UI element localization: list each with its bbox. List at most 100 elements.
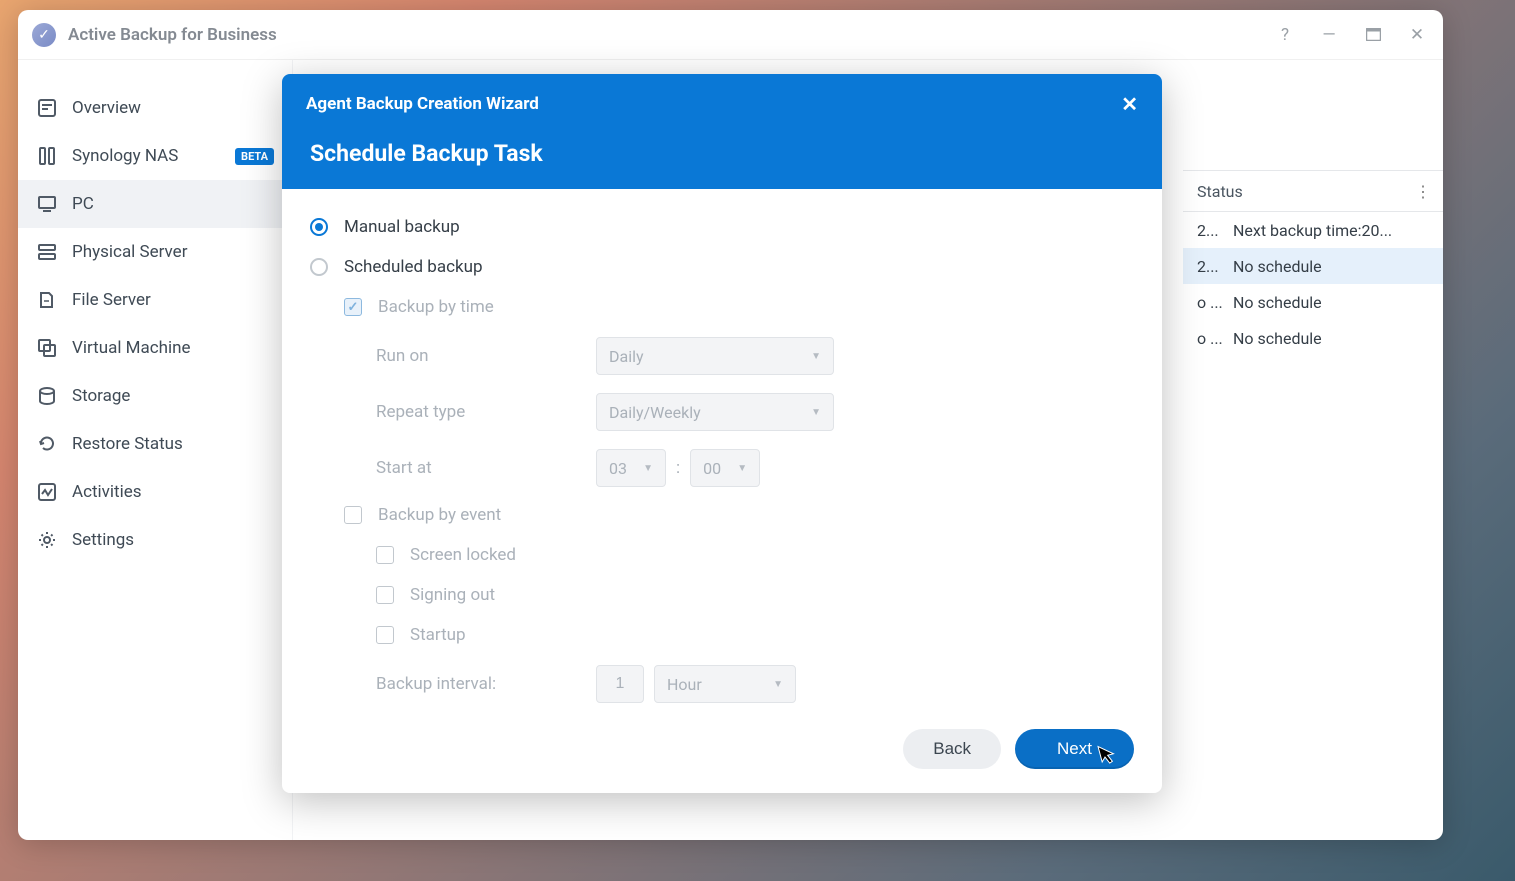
- sidebar-item-fileserver[interactable]: File Server: [18, 276, 292, 324]
- next-button[interactable]: Next: [1015, 729, 1134, 769]
- nas-icon: [36, 145, 58, 167]
- field-label: Repeat type: [376, 402, 596, 422]
- sidebar-item-restore[interactable]: Restore Status: [18, 420, 292, 468]
- chevron-down-icon: ▼: [811, 351, 821, 362]
- select-interval-unit[interactable]: Hour ▼: [654, 665, 796, 703]
- table-header-row: Status ⋮: [1183, 170, 1443, 212]
- server-icon: [36, 241, 58, 263]
- field-label: Run on: [376, 346, 596, 366]
- radio-unselected-icon[interactable]: [310, 258, 328, 276]
- back-button[interactable]: Back: [903, 729, 1001, 769]
- sidebar-item-pc[interactable]: PC: [18, 180, 292, 228]
- sidebar-item-label: Activities: [72, 482, 142, 502]
- checkbox-unchecked-icon[interactable]: [344, 506, 362, 524]
- titlebar: ✓ Active Backup for Business ? — ✕: [18, 10, 1443, 60]
- wizard-dialog: Agent Backup Creation Wizard ✕ Schedule …: [282, 74, 1162, 793]
- sidebar-item-label: Synology NAS: [72, 146, 178, 166]
- table-options-icon[interactable]: ⋮: [1415, 182, 1443, 201]
- field-run-on: Run on Daily ▼: [376, 337, 1134, 375]
- select-value: 00: [703, 459, 721, 478]
- row-prev-cell: 2...: [1197, 221, 1233, 240]
- activities-icon: [36, 481, 58, 503]
- sidebar-item-storage[interactable]: Storage: [18, 372, 292, 420]
- row-status: No schedule: [1233, 329, 1322, 348]
- chevron-down-icon: ▼: [811, 407, 821, 418]
- option-label: Scheduled backup: [344, 257, 483, 277]
- sidebar-item-settings[interactable]: Settings: [18, 516, 292, 564]
- select-start-minute[interactable]: 00 ▼: [690, 449, 760, 487]
- sidebar-item-label: File Server: [72, 290, 151, 310]
- dialog-footer: Back Next: [282, 711, 1162, 793]
- table-row[interactable]: o ... No schedule: [1183, 320, 1443, 356]
- option-label: Manual backup: [344, 217, 460, 237]
- checkbox-label: Backup by event: [378, 505, 501, 525]
- field-label: Start at: [376, 458, 596, 478]
- wizard-title: Agent Backup Creation Wizard: [306, 94, 539, 114]
- app-icon: ✓: [32, 23, 56, 47]
- maximize-icon[interactable]: [1361, 23, 1385, 47]
- row-status: Next backup time:20...: [1233, 221, 1392, 240]
- checkbox-checked-icon[interactable]: [344, 298, 362, 316]
- option-manual-backup[interactable]: Manual backup: [310, 217, 1134, 237]
- checkbox-backup-by-time[interactable]: Backup by time: [344, 297, 1134, 317]
- row-prev-cell: o ...: [1197, 329, 1233, 348]
- sidebar-item-vm[interactable]: Virtual Machine: [18, 324, 292, 372]
- radio-selected-icon[interactable]: [310, 218, 328, 236]
- input-interval-number[interactable]: [596, 665, 644, 703]
- checkbox-label: Backup by time: [378, 297, 494, 317]
- sidebar-item-overview[interactable]: Overview: [18, 84, 292, 132]
- help-icon[interactable]: ?: [1273, 23, 1297, 47]
- checkbox-label: Startup: [410, 625, 466, 645]
- field-start-at: Start at 03 ▼ : 00 ▼: [376, 449, 1134, 487]
- checkbox-unchecked-icon[interactable]: [376, 626, 394, 644]
- sidebar-item-nas[interactable]: Synology NAS BETA: [18, 132, 292, 180]
- minimize-icon[interactable]: —: [1317, 23, 1341, 47]
- sidebar-item-label: Virtual Machine: [72, 338, 191, 358]
- select-run-on[interactable]: Daily ▼: [596, 337, 834, 375]
- storage-icon: [36, 385, 58, 407]
- sidebar-item-label: Overview: [72, 98, 141, 118]
- sidebar-item-label: Storage: [72, 386, 130, 406]
- select-start-hour[interactable]: 03 ▼: [596, 449, 666, 487]
- restore-icon: [36, 433, 58, 455]
- checkbox-unchecked-icon[interactable]: [376, 546, 394, 564]
- app-title: Active Backup for Business: [68, 25, 277, 45]
- field-repeat-type: Repeat type Daily/Weekly ▼: [376, 393, 1134, 431]
- table-row[interactable]: 2... Next backup time:20...: [1183, 212, 1443, 248]
- close-icon[interactable]: ✕: [1405, 23, 1429, 47]
- column-header-status[interactable]: Status: [1197, 182, 1243, 201]
- option-scheduled-backup[interactable]: Scheduled backup: [310, 257, 1134, 277]
- file-server-icon: [36, 289, 58, 311]
- select-value: Hour: [667, 675, 702, 694]
- chevron-down-icon: ▼: [737, 463, 747, 474]
- dialog-body: Manual backup Scheduled backup Backup by…: [282, 189, 1162, 711]
- select-value: 03: [609, 459, 627, 478]
- checkbox-signing-out[interactable]: Signing out: [376, 585, 1134, 605]
- sidebar-item-label: Physical Server: [72, 242, 187, 262]
- beta-badge: BETA: [235, 148, 274, 165]
- field-label: Backup interval:: [376, 674, 596, 694]
- field-backup-interval: Backup interval: Hour ▼: [376, 665, 1134, 703]
- row-status: No schedule: [1233, 293, 1322, 312]
- overview-icon: [36, 97, 58, 119]
- dialog-header: Agent Backup Creation Wizard ✕ Schedule …: [282, 74, 1162, 189]
- checkbox-backup-by-event[interactable]: Backup by event: [344, 505, 1134, 525]
- sidebar-item-label: Settings: [72, 530, 134, 550]
- checkbox-unchecked-icon[interactable]: [376, 586, 394, 604]
- sidebar: Overview Synology NAS BETA PC Physical S…: [18, 60, 293, 840]
- table-row[interactable]: 2... No schedule: [1183, 248, 1443, 284]
- select-repeat-type[interactable]: Daily/Weekly ▼: [596, 393, 834, 431]
- monitor-icon: [36, 193, 58, 215]
- time-colon: :: [676, 458, 680, 478]
- sidebar-item-physical[interactable]: Physical Server: [18, 228, 292, 276]
- table-row[interactable]: o ... No schedule: [1183, 284, 1443, 320]
- gear-icon: [36, 529, 58, 551]
- chevron-down-icon: ▼: [773, 679, 783, 690]
- sidebar-item-activities[interactable]: Activities: [18, 468, 292, 516]
- select-value: Daily: [609, 347, 644, 366]
- checkbox-screen-locked[interactable]: Screen locked: [376, 545, 1134, 565]
- dialog-close-icon[interactable]: ✕: [1121, 92, 1138, 116]
- checkbox-startup[interactable]: Startup: [376, 625, 1134, 645]
- window-controls: ? — ✕: [1273, 23, 1429, 47]
- sidebar-item-label: Restore Status: [72, 434, 183, 454]
